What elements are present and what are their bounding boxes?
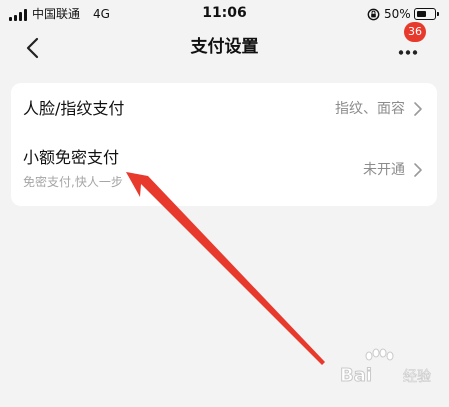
row-title: 人脸/指纹支付 [23, 99, 125, 118]
watermark: Bai 经验 [325, 348, 445, 398]
chevron-right-icon [414, 102, 422, 116]
notification-badge: 36 [404, 22, 426, 42]
watermark-suffix: 经验 [403, 369, 432, 386]
orientation-lock-icon [367, 8, 380, 21]
nav-bar: 支付设置 [0, 28, 449, 68]
face-fingerprint-pay-row[interactable]: 人脸/指纹支付 指纹、面容 [11, 83, 437, 135]
battery-percent: 50% [384, 7, 411, 21]
chevron-right-icon [414, 163, 422, 177]
small-amount-password-free-row[interactable]: 小额免密支付 免密支付,快人一步 未开通 [11, 135, 437, 206]
page-title: 支付设置 [190, 37, 259, 57]
battery-cap [437, 12, 439, 16]
status-time: 11:06 [202, 5, 247, 21]
row-value: 指纹、面容 [335, 101, 405, 117]
battery-icon [414, 8, 436, 20]
row-value: 未开通 [363, 162, 405, 178]
settings-card: 人脸/指纹支付 指纹、面容 小额免密支付 免密支付,快人一步 未开通 [11, 83, 437, 206]
more-icon [398, 50, 418, 55]
row-title: 小额免密支付 [23, 148, 120, 167]
row-subtitle: 免密支付,快人一步 [23, 175, 123, 189]
watermark-brand: Bai [339, 365, 373, 387]
status-bar: 中国联通 4G 11:06 50% [0, 0, 449, 28]
